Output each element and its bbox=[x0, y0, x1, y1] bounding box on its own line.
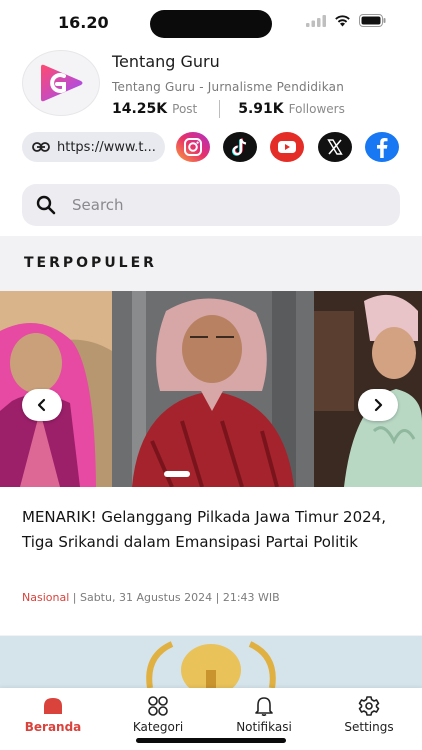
nav-label: Kategori bbox=[132, 720, 184, 734]
nav-label: Settings bbox=[344, 720, 394, 734]
youtube-button[interactable] bbox=[270, 132, 304, 162]
instagram-button[interactable] bbox=[176, 132, 210, 162]
x-button[interactable] bbox=[318, 132, 352, 162]
featured-article-card[interactable]: MENARIK! Gelanggang Pilkada Jawa Timur 2… bbox=[0, 487, 422, 635]
x-icon bbox=[318, 132, 352, 162]
status-time: 16.20 bbox=[58, 13, 109, 32]
wifi-icon bbox=[335, 15, 350, 27]
carousel-prev-button[interactable] bbox=[22, 389, 62, 421]
followers-label: Followers bbox=[288, 102, 345, 116]
article-category[interactable]: Nasional bbox=[22, 591, 69, 604]
carousel-next-button[interactable] bbox=[358, 389, 398, 421]
news-photo bbox=[0, 291, 112, 487]
search-input[interactable] bbox=[72, 190, 372, 220]
article-date: | Sabtu, 31 Agustus 2024 | 21:43 WIB bbox=[69, 591, 280, 604]
signal-icon bbox=[306, 14, 326, 27]
avatar[interactable] bbox=[22, 50, 100, 116]
nav-label: Notifikasi bbox=[236, 720, 292, 734]
carousel-slide-previous bbox=[0, 291, 112, 487]
status-bar: 16.20 bbox=[0, 0, 422, 46]
nav-item-kategori[interactable]: Kategori bbox=[113, 696, 203, 734]
nav-label: Beranda bbox=[24, 720, 82, 734]
home-indicator bbox=[136, 738, 286, 743]
article-title[interactable]: MENARIK! Gelanggang Pilkada Jawa Timur 2… bbox=[22, 505, 402, 555]
website-link-text: https://www.t... bbox=[57, 139, 156, 155]
news-photo bbox=[112, 291, 314, 487]
chevron-right-icon bbox=[374, 398, 383, 412]
battery-icon bbox=[359, 14, 386, 27]
section-title: TERPOPULER bbox=[24, 255, 157, 271]
profile-name: Tentang Guru bbox=[112, 52, 220, 71]
status-icons bbox=[306, 14, 386, 27]
search-icon bbox=[36, 195, 56, 215]
gear-icon bbox=[358, 696, 380, 716]
carousel-slide-current bbox=[112, 291, 314, 487]
tiktok-button[interactable] bbox=[223, 132, 257, 162]
chevron-left-icon bbox=[37, 398, 46, 412]
search-bar[interactable] bbox=[22, 184, 400, 226]
nav-item-beranda[interactable]: Beranda bbox=[8, 696, 98, 734]
nav-item-notifikasi[interactable]: Notifikasi bbox=[219, 696, 309, 734]
article-meta: Nasional | Sabtu, 31 Agustus 2024 | 21:4… bbox=[22, 591, 280, 604]
bell-icon bbox=[255, 697, 273, 716]
social-links: https://www.t... bbox=[22, 132, 400, 162]
nav-item-settings[interactable]: Settings bbox=[324, 696, 414, 734]
link-icon bbox=[32, 142, 50, 152]
home-icon bbox=[44, 698, 62, 714]
instagram-icon bbox=[176, 132, 210, 162]
facebook-button[interactable] bbox=[365, 132, 399, 162]
tiktok-icon bbox=[223, 132, 257, 162]
website-link[interactable]: https://www.t... bbox=[22, 132, 165, 162]
brand-logo-icon bbox=[41, 64, 83, 102]
popular-section: TERPOPULER MENARIK! Gelanggang Pilkada J… bbox=[0, 236, 422, 688]
dynamic-island bbox=[150, 10, 272, 38]
post-count: 14.25K bbox=[112, 101, 168, 117]
news-photo bbox=[0, 636, 422, 688]
profile-header: Tentang Guru Tentang Guru - Jurnalisme P… bbox=[0, 46, 422, 128]
profile-subtitle: Tentang Guru - Jurnalisme Pendidikan bbox=[112, 80, 345, 94]
post-label: Post bbox=[172, 102, 198, 116]
next-article-thumbnail[interactable] bbox=[0, 636, 422, 688]
profile-stats: 14.25K Post 5.91K Followers bbox=[112, 100, 345, 118]
facebook-icon bbox=[365, 132, 399, 162]
carousel-indicator bbox=[164, 471, 190, 477]
followers-count: 5.91K bbox=[238, 101, 284, 117]
stats-divider bbox=[219, 100, 221, 118]
featured-carousel[interactable] bbox=[0, 291, 422, 487]
grid-icon bbox=[148, 696, 168, 716]
youtube-icon bbox=[270, 132, 304, 162]
